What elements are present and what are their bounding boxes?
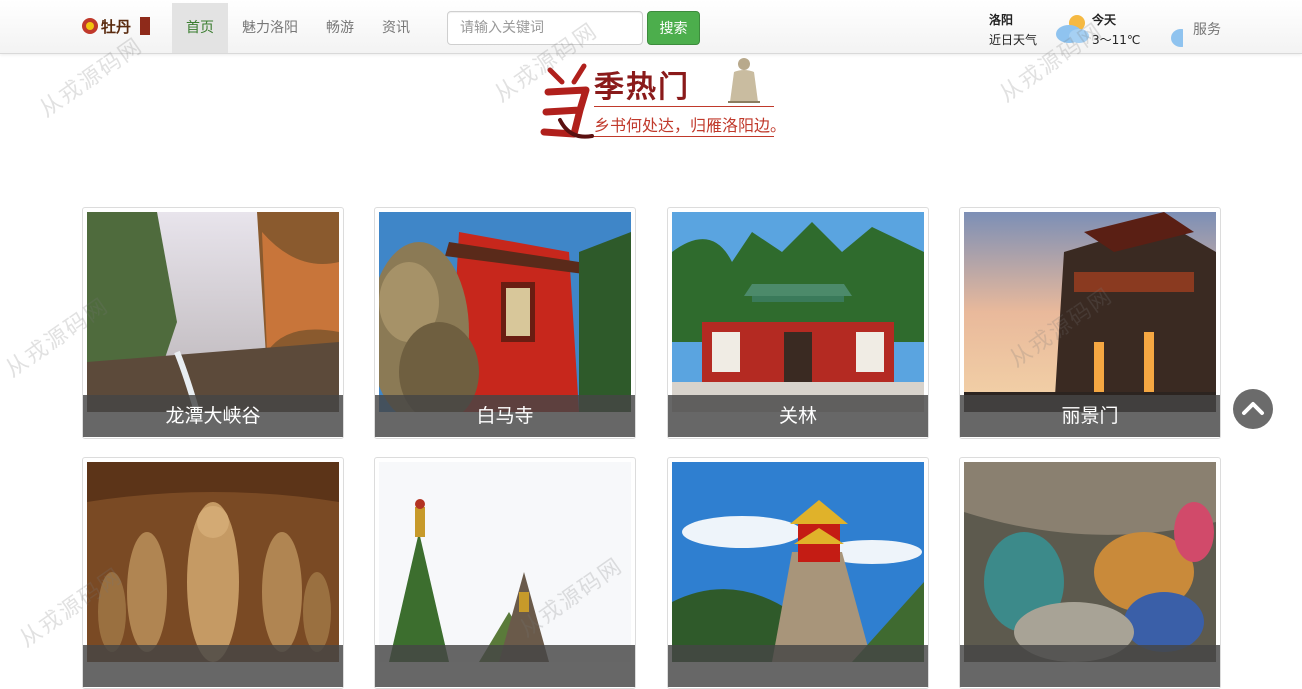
attraction-photo bbox=[87, 462, 339, 662]
attraction-photo bbox=[87, 212, 339, 412]
calligraphy-dang-icon bbox=[540, 63, 594, 139]
nav-charm-luoyang[interactable]: 魅力洛阳 bbox=[228, 3, 312, 53]
nav-news[interactable]: 资讯 bbox=[368, 3, 424, 53]
back-to-top-button[interactable] bbox=[1233, 389, 1273, 429]
attraction-photo bbox=[964, 212, 1216, 412]
attraction-photo bbox=[672, 462, 924, 662]
attraction-card[interactable] bbox=[82, 457, 344, 689]
seasonal-banner: 季热门 乡书何处达，归雁洛阳边。 bbox=[540, 56, 786, 146]
statue-icon bbox=[728, 58, 760, 103]
attraction-card[interactable] bbox=[959, 457, 1221, 689]
banner-title: 季热门 bbox=[594, 70, 690, 105]
attraction-card[interactable] bbox=[374, 457, 636, 689]
attraction-card[interactable]: 龙潭大峡谷 bbox=[82, 207, 344, 439]
chevron-up-icon bbox=[1242, 402, 1264, 415]
top-navbar: 牡丹 首页 魅力洛阳 畅游 资讯 搜索 洛阳 近日天气 今天 3～11℃ 服务 bbox=[0, 0, 1302, 54]
attraction-photo bbox=[672, 212, 924, 412]
banner-subtitle: 乡书何处达，归雁洛阳边。 bbox=[594, 116, 787, 135]
attraction-photo bbox=[379, 462, 631, 662]
search-button[interactable]: 搜索 bbox=[647, 11, 700, 45]
attraction-name: 龙潭大峡谷 bbox=[83, 395, 343, 437]
attraction-name bbox=[83, 645, 343, 687]
nav-service[interactable]: 服务 bbox=[1193, 19, 1221, 39]
site-logo[interactable]: 牡丹 bbox=[80, 14, 154, 40]
nav-home[interactable]: 首页 bbox=[172, 3, 228, 53]
cloud-icon bbox=[1171, 29, 1183, 47]
attraction-card[interactable]: 关林 bbox=[667, 207, 929, 439]
attraction-name bbox=[375, 645, 635, 687]
nav-travel[interactable]: 畅游 bbox=[312, 3, 368, 53]
attraction-photo bbox=[964, 462, 1216, 662]
attraction-card[interactable]: 丽景门 bbox=[959, 207, 1221, 439]
banner-rule-bottom bbox=[594, 136, 774, 137]
banner-rule-top bbox=[594, 106, 774, 107]
attraction-name: 关林 bbox=[668, 395, 928, 437]
attraction-card[interactable] bbox=[667, 457, 929, 689]
search-input[interactable] bbox=[447, 11, 643, 45]
attraction-photo bbox=[379, 212, 631, 412]
weather-temp: 3～11℃ bbox=[1092, 33, 1141, 47]
attraction-name bbox=[668, 645, 928, 687]
svg-text:牡丹: 牡丹 bbox=[101, 18, 131, 36]
attraction-name: 丽景门 bbox=[960, 395, 1220, 437]
weather-city: 洛阳 bbox=[989, 13, 1014, 27]
attraction-name: 白马寺 bbox=[375, 395, 635, 437]
weather-subtitle: 近日天气 bbox=[989, 33, 1038, 47]
weather-day: 今天 bbox=[1092, 13, 1117, 27]
attraction-card[interactable]: 白马寺 bbox=[374, 207, 636, 439]
attraction-name bbox=[960, 645, 1220, 687]
partly-cloudy-icon bbox=[1056, 15, 1089, 43]
